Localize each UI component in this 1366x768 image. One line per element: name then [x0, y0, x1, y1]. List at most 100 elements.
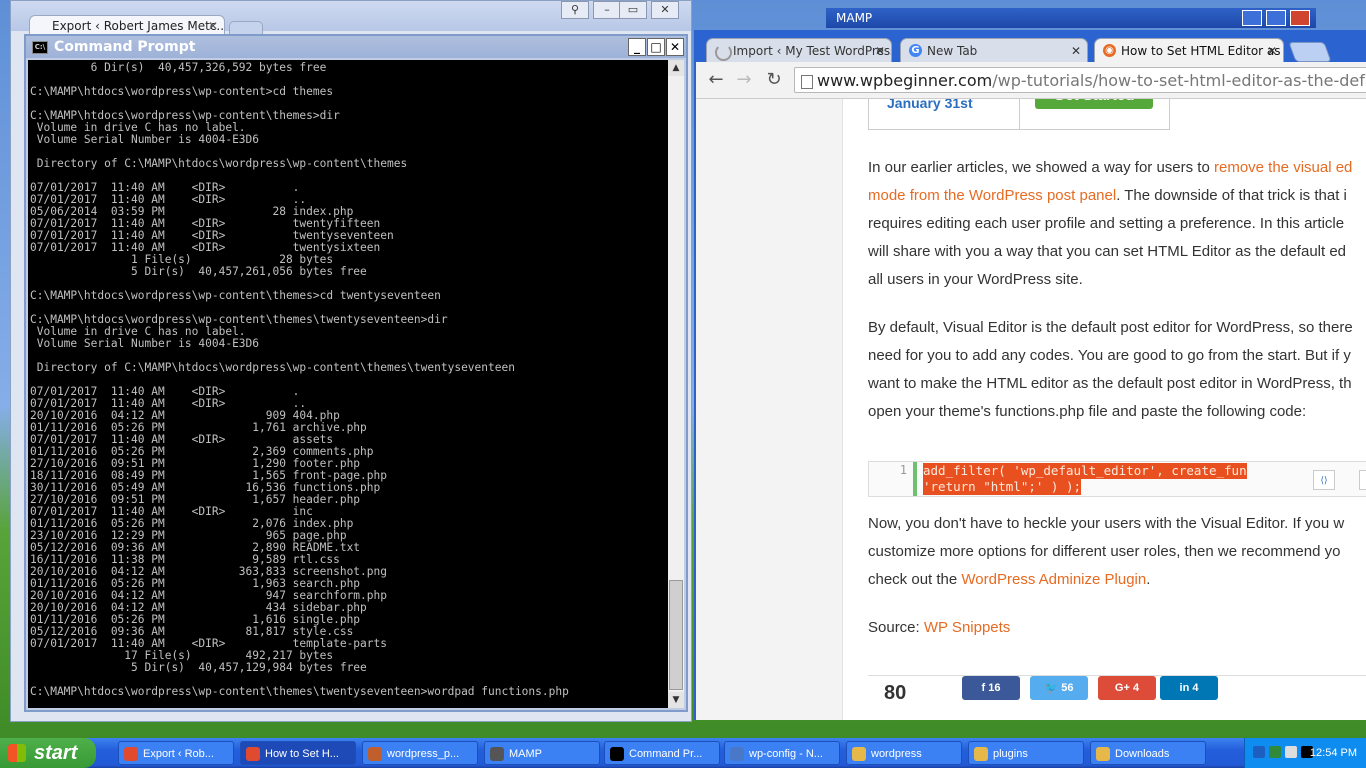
- chrome-icon: [246, 747, 260, 761]
- taskbar-button[interactable]: wordpress_p...: [362, 741, 478, 765]
- start-label: start: [34, 742, 78, 764]
- source-line: Source: WP Snippets: [868, 619, 1011, 636]
- background-tab[interactable]: Export ‹ Robert James Metc... ✕: [29, 15, 225, 35]
- close-icon[interactable]: ✕: [1267, 39, 1277, 62]
- chevron-left-icon[interactable]: [1253, 746, 1265, 758]
- scroll-down-icon[interactable]: ▼: [668, 692, 684, 708]
- maximize-button[interactable]: □: [647, 38, 665, 56]
- reload-icon[interactable]: ↻: [762, 68, 786, 92]
- wp-snippets-link[interactable]: WP Snippets: [924, 619, 1010, 636]
- address-bar[interactable]: www.wpbeginner.com/wp-tutorials/how-to-s…: [794, 67, 1366, 93]
- background-tab-label: Export ‹ Robert James Metc...: [52, 19, 225, 33]
- line-number: 1: [899, 463, 907, 477]
- wordpress-adminize-plugin-link[interactable]: WordPress Adminize Plugin: [961, 571, 1146, 588]
- linkedin-share-button[interactable]: in 4: [1160, 676, 1218, 700]
- cmd-icon: C:\: [32, 41, 48, 54]
- get-started-button[interactable]: Get Started: [1035, 99, 1153, 109]
- back-arrow-icon[interactable]: ←: [704, 68, 728, 92]
- taskbar-button[interactable]: Export ‹ Rob...: [118, 741, 234, 765]
- facebook-share-button[interactable]: f 16: [962, 676, 1020, 700]
- command-prompt-title: Command Prompt: [54, 39, 196, 55]
- scrollbar-thumb[interactable]: [669, 580, 683, 690]
- maximize-button[interactable]: ▭: [619, 1, 647, 19]
- wordpad-icon: [368, 747, 382, 761]
- url-path: /wp-tutorials/how-to-set-html-editor-as-…: [992, 71, 1366, 90]
- tab-how-to-set-html-editor[interactable]: ◉ How to Set HTML Editor as th ✕: [1094, 38, 1284, 62]
- minimize-button[interactable]: _: [628, 38, 646, 56]
- chrome-icon: [124, 747, 138, 761]
- taskbar-button-label: wp-config - N...: [749, 748, 823, 760]
- paragraph-line: want to make the HTML editor as the defa…: [868, 375, 1352, 392]
- taskbar-button[interactable]: MAMP: [484, 741, 600, 765]
- start-button[interactable]: start: [0, 738, 96, 768]
- paragraph-line: customize more options for different use…: [868, 543, 1341, 560]
- taskbar-button[interactable]: wp-config - N...: [724, 741, 840, 765]
- remove-visual-editor-link[interactable]: mode from the WordPress post panel: [868, 187, 1116, 204]
- clock[interactable]: 12:54 PM: [1310, 738, 1357, 768]
- wpbeginner-icon: ◉: [1103, 44, 1116, 57]
- console-text: 6 Dir(s) 40,457,326,592 bytes free C:\MA…: [30, 61, 569, 698]
- tab-import[interactable]: Import ‹ My Test WordPress ✕: [706, 38, 892, 62]
- googleplus-share-button[interactable]: G+ 4: [1098, 676, 1156, 700]
- google-icon: G: [909, 44, 922, 57]
- tab-new-tab[interactable]: G New Tab ✕: [900, 38, 1088, 62]
- taskbar-button[interactable]: Command Pr...: [604, 741, 720, 765]
- close-button[interactable]: [1290, 10, 1310, 26]
- new-tab-button[interactable]: [1288, 42, 1332, 62]
- user-icon[interactable]: ⚲: [561, 1, 589, 19]
- paragraph-line: need for you to add any codes. You are g…: [868, 347, 1351, 364]
- copy-icon[interactable]: ⧉: [1359, 470, 1366, 490]
- paragraph-line: mode from the WordPress post panel. The …: [868, 187, 1347, 204]
- minimize-button[interactable]: –: [593, 1, 621, 19]
- close-icon[interactable]: ✕: [1071, 39, 1081, 62]
- share-count: 80: [884, 682, 907, 704]
- taskbar-button-label: Downloads: [1115, 748, 1170, 760]
- mamp-icon: [490, 747, 504, 761]
- taskbar-button[interactable]: How to Set H...: [240, 741, 356, 765]
- view-source-icon[interactable]: ⟨⟩: [1313, 470, 1335, 490]
- network-icon[interactable]: [1269, 746, 1281, 758]
- forward-arrow-icon[interactable]: →: [732, 68, 756, 92]
- left-page-margin: [696, 99, 843, 720]
- notepad-icon: [730, 747, 744, 761]
- paragraph-line: Now, you don't have to heckle your users…: [868, 515, 1345, 532]
- code-gutter-bar: [913, 462, 917, 496]
- close-button[interactable]: ✕: [651, 1, 679, 19]
- taskbar-button-label: MAMP: [509, 748, 542, 760]
- code-snippet[interactable]: 1 add_filter( 'wp_default_editor', creat…: [868, 461, 1366, 497]
- taskbar-button[interactable]: wordpress: [846, 741, 962, 765]
- close-icon[interactable]: ✕: [208, 16, 218, 35]
- cmd-icon: [610, 747, 624, 761]
- code-line: 'return "html";' ) );: [923, 479, 1082, 495]
- mamp-window-title: MAMP: [836, 11, 873, 25]
- taskbar-button-label: How to Set H...: [265, 748, 339, 760]
- vertical-scrollbar[interactable]: ▲ ▼: [668, 60, 684, 708]
- volume-icon[interactable]: [1285, 746, 1297, 758]
- command-prompt-titlebar[interactable]: C:\ Command Prompt _ □ ✕: [26, 36, 686, 58]
- windows-logo-icon: [8, 744, 26, 762]
- promo-box: January 31st Get Started: [868, 99, 1170, 130]
- page-icon: [801, 75, 813, 89]
- close-button[interactable]: ✕: [666, 38, 684, 56]
- maximize-button[interactable]: [1266, 10, 1286, 26]
- web-page[interactable]: January 31st Get Started In our earlier …: [696, 99, 1366, 720]
- promo-date: January 31st: [887, 99, 973, 111]
- command-prompt-window[interactable]: C:\ Command Prompt _ □ ✕ 6 Dir(s) 40,457…: [24, 34, 688, 712]
- taskbar-button[interactable]: plugins: [968, 741, 1084, 765]
- close-icon[interactable]: ✕: [875, 39, 885, 62]
- share-bar: 80 f 16 🐦 56 G+ 4 in 4: [868, 675, 1366, 716]
- folder-icon: [852, 747, 866, 761]
- twitter-share-button[interactable]: 🐦 56: [1030, 676, 1088, 700]
- mamp-window-titlebar[interactable]: MAMP: [826, 8, 1316, 28]
- system-tray: 12:54 PM: [1244, 738, 1366, 768]
- scroll-up-icon[interactable]: ▲: [668, 60, 684, 76]
- taskbar-button-label: Export ‹ Rob...: [143, 748, 214, 760]
- console-output[interactable]: 6 Dir(s) 40,457,326,592 bytes free C:\MA…: [28, 60, 670, 708]
- taskbar: start Export ‹ Rob... How to Set H... word…: [0, 738, 1366, 768]
- tab-label: New Tab: [927, 44, 978, 58]
- minimize-button[interactable]: [1242, 10, 1262, 26]
- promo-divider: [1019, 99, 1020, 129]
- chrome-window[interactable]: Import ‹ My Test WordPress ✕ G New Tab ✕…: [694, 30, 1366, 720]
- taskbar-button[interactable]: Downloads: [1090, 741, 1206, 765]
- remove-visual-editor-link[interactable]: remove the visual ed: [1214, 159, 1352, 176]
